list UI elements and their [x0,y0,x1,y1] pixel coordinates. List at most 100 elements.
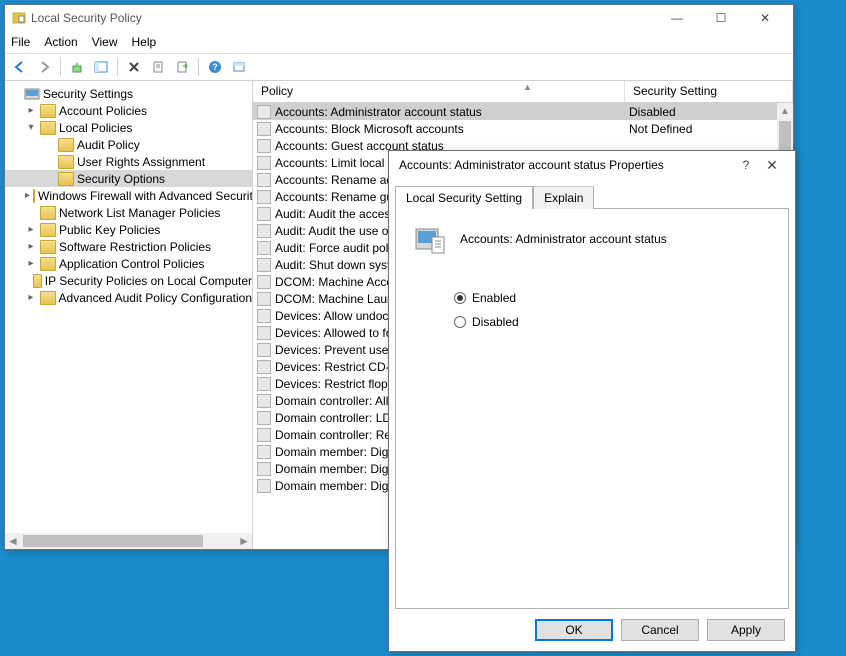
tree-item-label: Security Settings [43,87,133,101]
policy-name-label: Accounts: Administrator account status [460,232,667,246]
policy-item-icon [257,190,271,204]
expand-icon[interactable]: ▾ [25,122,37,133]
policy-item-icon [257,428,271,442]
policy-icon [414,223,446,255]
radio-enabled-label: Enabled [472,291,516,305]
tree-item-label: User Rights Assignment [77,155,205,169]
policy-item-icon [257,156,271,170]
list-row[interactable]: Accounts: Block Microsoft accounts Not De… [253,120,793,137]
folder-icon [58,172,74,186]
tree-item[interactable]: ▸ Software Restriction Policies [5,238,252,255]
expand-icon[interactable]: ▸ [25,292,37,303]
setting-cell: Not Defined [625,122,793,136]
maximize-button[interactable]: ☐ [699,6,743,30]
tab-local-security-setting[interactable]: Local Security Setting [395,186,533,209]
up-button[interactable] [66,56,88,78]
policy-item-icon [257,343,271,357]
menu-action[interactable]: Action [44,35,77,49]
scroll-left-arrow-icon[interactable]: ◄ [5,533,21,549]
close-button[interactable]: ✕ [743,6,787,30]
tree-item[interactable]: Audit Policy [5,136,252,153]
expand-icon[interactable]: ▸ [25,241,37,252]
toolbar: ? [5,53,793,81]
security-settings-icon [24,87,40,101]
tree-item[interactable]: ▾Local Policies [5,119,252,136]
apply-button[interactable]: Apply [707,619,785,641]
scroll-right-arrow-icon[interactable]: ► [236,533,252,549]
list-row[interactable]: Accounts: Administrator account status Di… [253,103,793,120]
policy-item-icon [257,207,271,221]
tab-explain[interactable]: Explain [533,186,594,209]
policy-item-icon [257,258,271,272]
folder-icon [40,121,56,135]
horizontal-scrollbar[interactable]: ◄ ► [5,533,252,549]
tree-item[interactable]: Network List Manager Policies [5,204,252,221]
policy-cell: Accounts: Administrator account status [275,105,482,119]
policy-item-icon [257,173,271,187]
delete-button[interactable] [123,56,145,78]
toolbar-separator [60,58,61,76]
help-button[interactable]: ? [204,56,226,78]
tree-item-label: Account Policies [59,104,147,118]
folder-icon [40,257,56,271]
expand-icon[interactable]: ▸ [25,258,37,269]
dialog-close-button[interactable]: ✕ [759,157,785,174]
expand-icon[interactable]: ▸ [25,190,30,201]
dialog-tabs: Local Security Setting Explain [395,185,789,208]
dialog-title: Accounts: Administrator account status P… [399,158,733,172]
tree-item[interactable]: ▸ Account Policies [5,102,252,119]
menu-view[interactable]: View [92,35,118,49]
scrollbar-thumb[interactable] [23,535,203,547]
tree-item[interactable]: ▸Advanced Audit Policy Configuration [5,289,252,306]
radio-disabled-label: Disabled [472,315,519,329]
policy-item-icon [257,377,271,391]
tab-panel: Accounts: Administrator account status E… [395,208,789,609]
tree-item-label: Application Control Policies [59,257,204,271]
tree-item[interactable]: Security Options [5,170,252,187]
properties-button[interactable] [147,56,169,78]
tree-item[interactable]: ▸ Public Key Policies [5,221,252,238]
back-button[interactable] [9,56,31,78]
tree-panel[interactable]: Security Settings ▸ Account Policies▾Local… [5,81,253,549]
tree-item-label: Audit Policy [77,138,140,152]
minimize-button[interactable]: — [655,6,699,30]
radio-button-icon [454,316,466,328]
radio-enabled[interactable]: Enabled [454,291,770,305]
ok-button[interactable]: OK [535,619,613,641]
refresh-button[interactable] [228,56,250,78]
folder-icon [40,291,56,305]
tree-item[interactable]: ▸ Application Control Policies [5,255,252,272]
policy-item-icon [257,241,271,255]
radio-disabled[interactable]: Disabled [454,315,770,329]
policy-cell: Accounts: Block Microsoft accounts [275,122,464,136]
tree-item[interactable]: ▸ Windows Firewall with Advanced Security [5,187,252,204]
column-policy[interactable]: Policy [253,81,625,102]
show-hide-tree-button[interactable] [90,56,112,78]
titlebar[interactable]: Local Security Policy — ☐ ✕ [5,5,793,31]
policy-item-icon [257,309,271,323]
expand-icon[interactable]: ▸ [25,224,37,235]
dialog-buttons: OK Cancel Apply [395,609,789,645]
menu-file[interactable]: File [11,35,30,49]
cancel-button[interactable]: Cancel [621,619,699,641]
sort-indicator-icon: ▲ [523,82,532,92]
tree-item[interactable]: IP Security Policies on Local Computer [5,272,252,289]
scroll-up-arrow-icon[interactable]: ▲ [777,103,793,119]
tree-item-label: Public Key Policies [59,223,160,237]
column-setting[interactable]: Security Setting [625,81,793,102]
dialog-titlebar[interactable]: Accounts: Administrator account status P… [389,151,795,179]
setting-cell: Disabled [625,105,793,119]
tree-root-item[interactable]: Security Settings [5,85,252,102]
dialog-help-button[interactable]: ? [733,158,759,172]
tree-item[interactable]: User Rights Assignment [5,153,252,170]
forward-button[interactable] [33,56,55,78]
tree-item-label: Software Restriction Policies [59,240,211,254]
menu-help[interactable]: Help [132,35,157,49]
policy-item-icon [257,122,271,136]
menubar: File Action View Help [5,31,793,53]
folder-icon [33,189,35,203]
export-button[interactable] [171,56,193,78]
expand-icon[interactable]: ▸ [25,105,37,116]
folder-icon [40,223,56,237]
tree-item-label: Windows Firewall with Advanced Security [38,189,253,203]
